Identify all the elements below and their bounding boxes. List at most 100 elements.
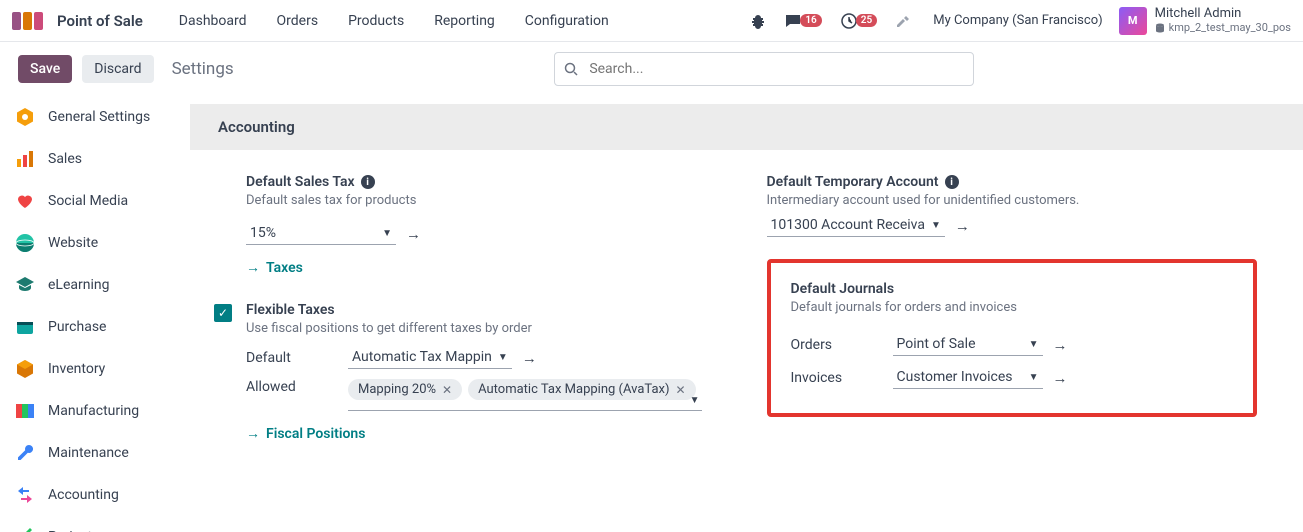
heart-icon xyxy=(14,190,36,212)
arrow-right-icon: → xyxy=(246,259,260,276)
sidebar-item-label: Social Media xyxy=(48,193,128,209)
section-accounting-header: Accounting xyxy=(190,104,1303,150)
sidebar-item-accounting[interactable]: Accounting xyxy=(0,474,190,516)
default-tax-select[interactable]: 15%▼ xyxy=(246,222,396,245)
arrow-right-icon: → xyxy=(246,425,260,442)
chevron-down-icon: ▼ xyxy=(498,352,508,363)
database-icon xyxy=(1155,23,1165,33)
sidebar-item-label: Website xyxy=(48,235,98,251)
invoices-journal-select[interactable]: Customer Invoices▼ xyxy=(893,366,1043,389)
sidebar-item-label: Sales xyxy=(48,151,82,167)
info-icon[interactable]: i xyxy=(361,175,375,189)
user-name: Mitchell Admin xyxy=(1155,7,1291,21)
external-link-icon[interactable]: → xyxy=(522,349,537,367)
setting-default-journals: Default Journals Default journals for or… xyxy=(767,259,1258,417)
setting-temp-account: Default Temporary Account i Intermediary… xyxy=(767,174,1276,237)
setting-desc: Use fiscal positions to get different ta… xyxy=(246,321,727,336)
nav-products[interactable]: Products xyxy=(336,13,416,29)
setting-title-label: Flexible Taxes xyxy=(246,302,335,318)
box-icon xyxy=(14,358,36,380)
avatar: M xyxy=(1119,7,1147,35)
allowed-tags-input[interactable]: Mapping 20% ✕ Automatic Tax Mapping (Ava… xyxy=(348,379,702,411)
sidebar-item-project[interactable]: Project xyxy=(0,516,190,532)
sidebar-item-social[interactable]: Social Media xyxy=(0,180,190,222)
invoices-label: Invoices xyxy=(791,370,893,386)
save-button[interactable]: Save xyxy=(18,55,72,83)
flexible-taxes-checkbox[interactable]: ✓ xyxy=(214,304,232,322)
sidebar-item-maintenance[interactable]: Maintenance xyxy=(0,432,190,474)
settings-main: Accounting Default Sales Tax i Default s… xyxy=(190,96,1303,532)
sidebar-item-label: Inventory xyxy=(48,361,105,377)
chevron-down-icon: ▼ xyxy=(1029,372,1039,383)
sidebar-item-elearning[interactable]: eLearning xyxy=(0,264,190,306)
stacked-bars-icon xyxy=(14,400,36,422)
external-link-icon[interactable]: → xyxy=(406,225,421,243)
chevron-down-icon[interactable]: ▼ xyxy=(690,395,700,406)
close-icon[interactable]: ✕ xyxy=(442,383,452,397)
default-label: Default xyxy=(246,350,348,366)
sidebar-item-label: Manufacturing xyxy=(48,403,139,419)
search-icon xyxy=(564,62,578,76)
setting-title-label: Default Sales Tax xyxy=(246,174,355,190)
temp-account-select[interactable]: 101300 Account Receiva▼ xyxy=(767,214,945,237)
nav-reporting[interactable]: Reporting xyxy=(422,13,507,29)
user-menu[interactable]: M Mitchell Admin kmp_2_test_may_30_pos xyxy=(1119,7,1291,35)
setting-flexible-taxes: ✓ Flexible Taxes Use fiscal positions to… xyxy=(218,302,727,442)
setting-title-label: Default Temporary Account xyxy=(767,174,939,190)
nav-dashboard[interactable]: Dashboard xyxy=(167,13,259,29)
company-selector[interactable]: My Company (San Francisco) xyxy=(933,13,1102,28)
wallet-icon xyxy=(14,316,36,338)
chevron-down-icon: ▼ xyxy=(931,220,941,231)
clock-badge: 25 xyxy=(856,14,877,27)
db-name: kmp_2_test_may_30_pos xyxy=(1155,22,1291,34)
taxes-link[interactable]: → Taxes xyxy=(246,259,303,276)
sidebar-item-general[interactable]: General Settings xyxy=(0,96,190,138)
control-bar: Save Discard Settings xyxy=(0,42,1303,96)
chevron-down-icon: ▼ xyxy=(382,228,392,239)
nav-configuration[interactable]: Configuration xyxy=(513,13,621,29)
sidebar-item-purchase[interactable]: Purchase xyxy=(0,306,190,348)
app-title[interactable]: Point of Sale xyxy=(57,12,143,30)
sidebar-item-website[interactable]: Website xyxy=(0,222,190,264)
default-fiscal-select[interactable]: Automatic Tax Mappin▼ xyxy=(348,346,512,369)
top-nav: Point of Sale Dashboard Orders Products … xyxy=(0,0,1303,42)
clock-icon[interactable]: 25 xyxy=(840,12,877,30)
orders-journal-select[interactable]: Point of Sale▼ xyxy=(893,333,1043,356)
gear-hex-icon xyxy=(14,106,36,128)
graduation-cap-icon xyxy=(14,274,36,296)
bug-icon[interactable] xyxy=(750,13,766,29)
sidebar-item-sales[interactable]: Sales xyxy=(0,138,190,180)
tag-mapping20: Mapping 20% ✕ xyxy=(348,379,462,400)
check-icon xyxy=(14,526,36,532)
setting-desc: Default journals for orders and invoices xyxy=(791,300,1234,315)
search-input[interactable] xyxy=(554,52,974,86)
sidebar-item-label: Accounting xyxy=(48,487,119,503)
chevron-down-icon: ▼ xyxy=(1029,339,1039,350)
chat-badge: 16 xyxy=(800,14,821,27)
brand-icon xyxy=(12,12,43,30)
sidebar-item-label: Purchase xyxy=(48,319,106,335)
bars-icon xyxy=(14,148,36,170)
allowed-label: Allowed xyxy=(246,379,348,395)
chat-icon[interactable]: 16 xyxy=(784,12,821,30)
close-icon[interactable]: ✕ xyxy=(676,383,686,397)
sidebar-item-manufacturing[interactable]: Manufacturing xyxy=(0,390,190,432)
setting-desc: Default sales tax for products xyxy=(246,193,727,208)
settings-sidebar: General Settings Sales Social Media Webs… xyxy=(0,96,190,532)
breadcrumb: Settings xyxy=(172,59,234,79)
setting-default-sales-tax: Default Sales Tax i Default sales tax fo… xyxy=(218,174,727,276)
external-link-icon[interactable]: → xyxy=(955,217,970,235)
external-link-icon[interactable]: → xyxy=(1053,336,1068,354)
fiscal-positions-link[interactable]: → Fiscal Positions xyxy=(246,425,365,442)
sidebar-item-inventory[interactable]: Inventory xyxy=(0,348,190,390)
external-link-icon[interactable]: → xyxy=(1053,369,1068,387)
globe-icon xyxy=(14,232,36,254)
sidebar-item-label: General Settings xyxy=(48,109,150,125)
info-icon[interactable]: i xyxy=(945,175,959,189)
sidebar-item-label: eLearning xyxy=(48,277,109,293)
arrows-icon xyxy=(14,484,36,506)
wrench-icon xyxy=(14,442,36,464)
nav-orders[interactable]: Orders xyxy=(265,13,331,29)
tools-icon[interactable] xyxy=(895,13,911,29)
discard-button[interactable]: Discard xyxy=(82,55,153,83)
